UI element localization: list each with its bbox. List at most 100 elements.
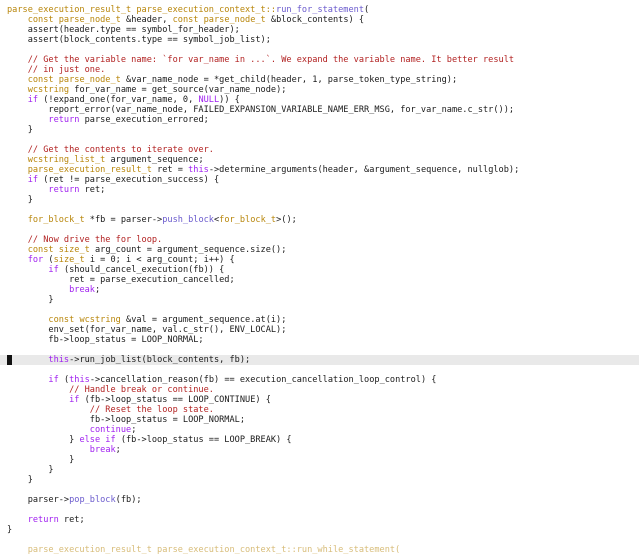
code-token-default [7,155,28,165]
code-line[interactable]: } [0,295,639,305]
code-token-type: for_block_t [27,215,85,225]
code-line[interactable]: } [0,195,639,205]
code-token-default: (fb); [115,495,142,505]
code-line[interactable] [0,135,639,145]
code-line[interactable]: // Now drive the for loop. [0,235,639,245]
code-line[interactable]: } [0,475,639,485]
code-text: if (ret != parse_execution_success) { [7,175,219,185]
code-token-default: ->determine_arguments(header, &argument_… [208,165,520,175]
code-line[interactable]: report_error(var_name_node, FAILED_EXPAN… [0,105,639,115]
code-token-default: ret = parse_execution_cancelled; [7,275,235,285]
code-token-default [7,175,28,185]
code-line[interactable]: if (ret != parse_execution_success) { [0,175,639,185]
code-token-keyword: for [27,255,44,265]
code-token-default [7,315,48,325]
code-token-default [7,265,48,275]
code-line[interactable]: return parse_execution_errored; [0,115,639,125]
code-line[interactable]: // Get the contents to iterate over. [0,145,639,155]
code-line[interactable]: const size_t arg_count = argument_sequen… [0,245,639,255]
code-text: parse_execution_result_t ret = this->det… [7,165,520,175]
code-line[interactable] [0,305,639,315]
code-text: const parse_node_t &var_name_node = *get… [7,75,457,85]
code-line[interactable]: } [0,125,639,135]
code-token-default [7,165,28,175]
code-line[interactable]: for (size_t i = 0; i < arg_count; i++) { [0,255,639,265]
code-token-default: >(); [276,215,297,225]
code-line[interactable]: if (!expand_one(for_var_name, 0, NULL)) … [0,95,639,105]
code-editor[interactable]: parse_execution_result_t parse_execution… [0,0,639,555]
code-line[interactable]: parse_execution_result_t ret = this->det… [0,165,639,175]
code-line[interactable] [0,225,639,235]
code-line[interactable]: if (fb->loop_status == LOOP_CONTINUE) { [0,395,639,405]
code-text: } [7,195,33,205]
code-line[interactable]: // in just one. [0,65,639,75]
code-token-default [7,95,28,105]
code-line[interactable]: for_block_t *fb = parser->push_block<for… [0,215,639,225]
code-line[interactable]: const parse_node_t &var_name_node = *get… [0,75,639,85]
code-line[interactable] [0,485,639,495]
code-token-keyword: if [48,375,59,385]
code-token-function: pop_block [69,495,116,505]
code-token-default: ; [131,425,137,435]
code-line[interactable]: if (this->cancellation_reason(fb) == exe… [0,375,639,385]
code-line[interactable]: } [0,455,639,465]
code-token-keyword: if [48,265,59,275]
code-token-type: parse_execution_result_t [27,165,152,175]
code-line[interactable]: wcstring_list_t argument_sequence; [0,155,639,165]
code-line[interactable]: if (should_cancel_execution(fb)) { [0,265,639,275]
code-line-cut[interactable]: parse_execution_result_t parse_execution… [0,545,639,555]
code-line[interactable]: break; [0,285,639,295]
code-token-default: } [7,465,54,475]
code-token-default: ret; [58,515,85,525]
code-line[interactable]: parser->pop_block(fb); [0,495,639,505]
code-token-default: parser-> [7,495,70,505]
code-line[interactable]: return ret; [0,185,639,195]
code-line[interactable] [0,505,639,515]
code-line[interactable]: // Get the variable name: `for var_name … [0,55,639,65]
code-line[interactable]: ret = parse_execution_cancelled; [0,275,639,285]
code-token-keyword: break [89,445,116,455]
code-line[interactable]: fb->loop_status = LOOP_NORMAL; [0,335,639,345]
code-line[interactable]: const wcstring &val = argument_sequence.… [0,315,639,325]
code-line[interactable]: // Handle break or continue. [0,385,639,395]
code-token-keyword: this [69,375,90,385]
code-text: } [7,455,74,465]
code-token-default [7,85,28,95]
code-text: wcstring for_var_name = get_source(var_n… [7,85,287,95]
current-code-line[interactable]: this->run_job_list(block_contents, fb); [0,355,639,365]
code-line[interactable]: } [0,525,639,535]
code-token-keyword: else if [79,435,116,445]
code-text: // Get the variable name: `for var_name … [7,55,514,65]
code-token-keyword: continue [89,425,132,435]
code-line[interactable]: fb->loop_status = LOOP_NORMAL; [0,415,639,425]
code-token-function: push_block [162,215,214,225]
code-token-default: parse_execution_errored; [79,115,209,125]
code-line[interactable]: assert(block_contents.type == symbol_job… [0,35,639,45]
code-line[interactable]: break; [0,445,639,455]
code-line[interactable]: const parse_node_t &header, const parse_… [0,15,639,25]
code-line[interactable]: } else if (fb->loop_status == LOOP_BREAK… [0,435,639,445]
code-token-default: assert(header.type == symbol_for_header)… [7,25,240,35]
code-line[interactable]: parse_execution_result_t parse_execution… [0,5,639,15]
code-line[interactable]: continue; [0,425,639,435]
code-token-default [7,425,90,435]
code-text: const wcstring &val = argument_sequence.… [7,315,286,325]
code-token-default: } [7,435,80,445]
code-line[interactable]: wcstring for_var_name = get_source(var_n… [0,85,639,95]
code-token-keyword: return [48,185,80,195]
code-token-comment: // Get the variable name: `for var_name … [7,55,515,65]
code-token-default: fb->loop_status = LOOP_NORMAL; [7,415,245,425]
code-line[interactable]: } [0,465,639,475]
code-line[interactable] [0,205,639,215]
code-line[interactable] [0,365,639,375]
code-token-keyword: this [48,355,70,365]
code-text: if (this->cancellation_reason(fb) == exe… [7,375,436,385]
code-token-type: wcstring_list_t [27,155,106,165]
code-line[interactable] [0,45,639,55]
code-line[interactable]: // Reset the loop state. [0,405,639,415]
code-line[interactable]: return ret; [0,515,639,525]
code-line[interactable] [0,345,639,355]
code-token-default: )) { [219,95,240,105]
code-line[interactable]: env_set(for_var_name, val.c_str(), ENV_L… [0,325,639,335]
code-line[interactable]: assert(header.type == symbol_for_header)… [0,25,639,35]
